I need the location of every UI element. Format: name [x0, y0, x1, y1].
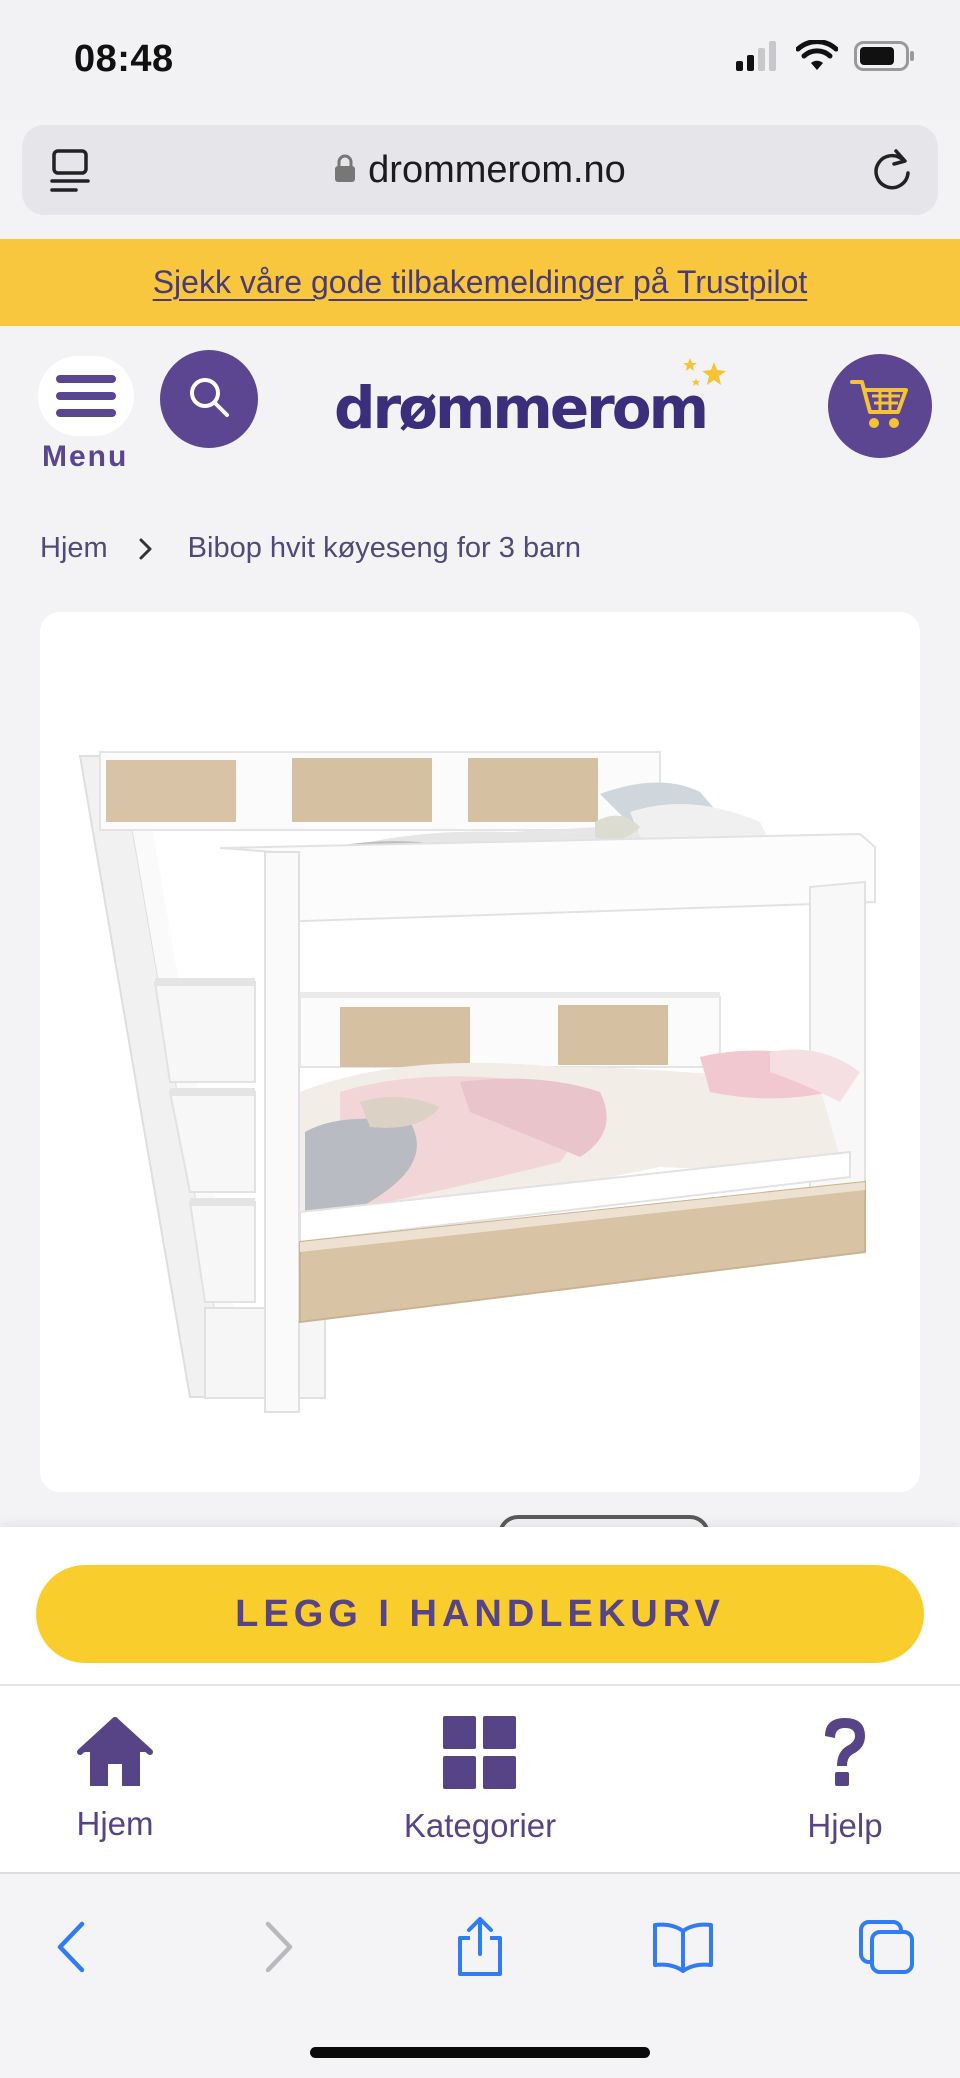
site-logo[interactable]: drømmerom [334, 358, 727, 454]
status-time: 08:48 [74, 38, 174, 80]
share-icon[interactable] [445, 1912, 515, 1982]
chevron-right-icon [138, 537, 154, 561]
url-display[interactable]: drommerom.no [22, 125, 938, 215]
product-image [78, 751, 876, 1413]
breadcrumb-current: Bibop hvit køyeseng for 3 barn [187, 532, 581, 564]
nav-categories-label: Kategorier [403, 1807, 557, 1844]
address-bar[interactable]: drommerom.no [22, 125, 938, 215]
search-button[interactable] [160, 350, 258, 448]
nav-home-label: Hjem [76, 1805, 154, 1842]
trustpilot-link[interactable]: Sjekk våre gode tilbakemeldinger på Trus… [153, 264, 808, 301]
trustpilot-banner: Sjekk våre gode tilbakemeldinger på Trus… [0, 239, 960, 326]
lock-icon [334, 153, 356, 188]
battery-icon [854, 41, 916, 76]
add-to-cart-button[interactable]: LEGG I HANDLEKURV [36, 1565, 924, 1663]
home-indicator[interactable] [310, 2047, 650, 2058]
product-image-card[interactable] [40, 612, 920, 1492]
logo-text: drømmerom [334, 374, 709, 442]
stars-icon [674, 356, 730, 401]
nav-help-label: Hjelp [807, 1807, 883, 1844]
wifi-icon [795, 39, 839, 77]
reload-icon[interactable] [870, 147, 914, 198]
back-icon[interactable] [36, 1912, 106, 1982]
menu-label[interactable]: Menu [42, 440, 128, 474]
breadcrumb-home[interactable]: Hjem [40, 532, 108, 565]
bookmarks-icon[interactable] [648, 1912, 718, 1982]
cellular-signal-icon [736, 41, 780, 76]
nav-home[interactable]: Hjem [60, 1716, 170, 1843]
cart-icon [850, 376, 910, 437]
status-bar: 08:48 [0, 0, 960, 120]
breadcrumb: Hjem Bibop hvit køyeseng for 3 barn [40, 532, 581, 565]
bottom-nav: Hjem Kategorier Hjelp [0, 1684, 960, 1872]
menu-button[interactable] [38, 356, 134, 496]
tabs-icon[interactable] [852, 1912, 922, 1982]
nav-categories[interactable]: Kategorier [380, 1716, 580, 1845]
forward-icon[interactable] [244, 1912, 314, 1982]
sticky-cta: LEGG I HANDLEKURV [0, 1527, 960, 1684]
grid-icon [443, 1716, 517, 1795]
url-text: drommerom.no [368, 148, 626, 191]
site-header: Menu drømmerom [0, 326, 960, 506]
question-icon [817, 1716, 873, 1795]
home-icon [76, 1716, 154, 1793]
add-to-cart-label: LEGG I HANDLEKURV [235, 1592, 725, 1635]
hamburger-icon[interactable] [38, 356, 134, 436]
nav-help[interactable]: Hjelp [790, 1716, 900, 1845]
status-icons [736, 39, 916, 77]
cart-button[interactable] [828, 354, 932, 458]
search-icon [187, 375, 231, 424]
